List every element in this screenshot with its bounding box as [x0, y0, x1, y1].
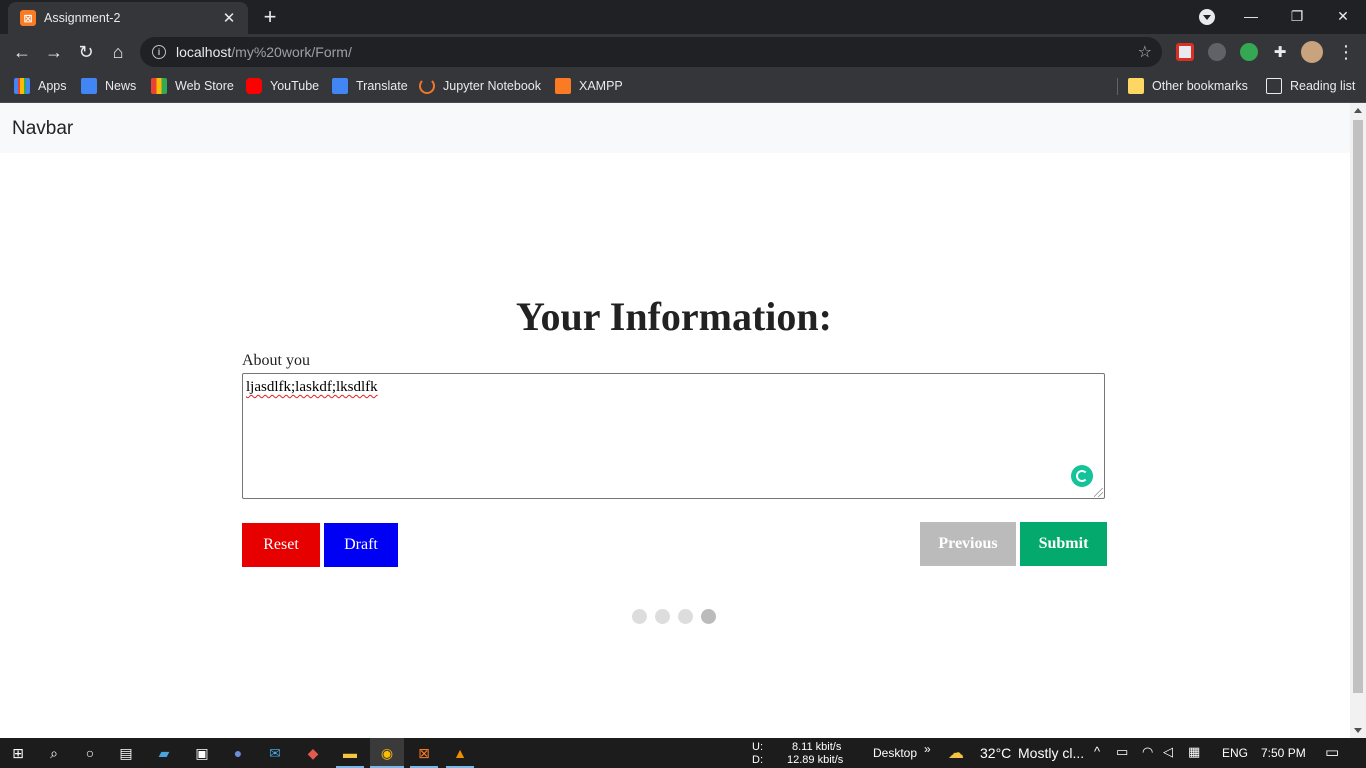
step-indicator [632, 609, 716, 624]
back-icon[interactable]: ← [8, 38, 36, 66]
desktop-toolbar[interactable]: Desktop [873, 746, 917, 760]
net-down-label: D: [752, 754, 763, 766]
web-store-icon [151, 78, 167, 94]
profile-avatar[interactable] [1301, 41, 1323, 63]
page-viewport: Navbar Your Information: About you ljasd… [0, 103, 1366, 738]
folder-icon [1128, 78, 1144, 94]
step-dot-active [701, 609, 716, 624]
xampp-icon [555, 78, 571, 94]
new-tab-button[interactable]: + [258, 6, 282, 30]
bookmark-news[interactable]: News [81, 76, 136, 96]
chrome-icon[interactable]: ◉ [377, 743, 397, 763]
cortana-icon[interactable]: ○ [80, 743, 100, 763]
close-tab-icon[interactable]: ✕ [220, 9, 238, 27]
draft-button[interactable]: Draft [324, 523, 398, 567]
mail-icon[interactable]: ✉ [265, 743, 285, 763]
bookmark-web-store[interactable]: Web Store [151, 76, 234, 96]
tab-title: Assignment-2 [44, 11, 121, 25]
bookmark-xampp[interactable]: XAMPP [555, 76, 623, 96]
xampp-icon: ⊠ [20, 10, 36, 26]
xampp-icon[interactable]: ⊠ [414, 743, 434, 763]
scrollbar-thumb[interactable] [1353, 120, 1363, 693]
about-you-label: About you [242, 352, 310, 369]
browser-toolbar: ← → ↻ ⌂ i localhost/my%20work/Form/ ☆ ✚ … [0, 34, 1366, 70]
windows-start-icon[interactable]: ⊞ [8, 743, 28, 763]
scroll-up-arrow-icon[interactable] [1354, 108, 1362, 113]
step-dot [655, 609, 670, 624]
resize-handle[interactable] [1094, 488, 1103, 497]
extension-icon[interactable] [1240, 43, 1258, 61]
notifications-icon[interactable]: ▭ [1325, 743, 1339, 761]
windows-taskbar: ⊞ ⌕ ○ ▤ ▰ ▣ ● ✉ ◆ ▬ ◉ ⊠ ▲ U: D: 8.11 kbi… [0, 738, 1366, 768]
navbar: Navbar [0, 103, 1350, 153]
restore-icon[interactable]: ❐ [1274, 0, 1320, 32]
bookmark-apps[interactable]: Apps [14, 76, 67, 96]
bookmark-star-icon[interactable]: ☆ [1138, 42, 1152, 62]
chevron-right-icon[interactable]: » [924, 742, 931, 756]
translate-icon [332, 78, 348, 94]
bookmarks-bar: Apps News Web Store YouTube Translate Ju… [0, 70, 1366, 103]
store-icon[interactable]: ▣ [192, 743, 212, 763]
site-info-icon[interactable]: i [152, 45, 166, 59]
bookmark-translate[interactable]: Translate [332, 76, 408, 96]
minimize-icon[interactable]: — [1228, 0, 1274, 32]
battery-icon[interactable]: ▭ [1116, 744, 1128, 760]
url-host: localhost [176, 44, 232, 60]
home-icon[interactable]: ⌂ [104, 38, 132, 66]
other-bookmarks[interactable]: Other bookmarks [1128, 76, 1248, 96]
address-bar[interactable]: i localhost/my%20work/Form/ ☆ [140, 37, 1162, 67]
browser-tab-strip: ⊠ Assignment-2 ✕ + — ❐ ✕ [0, 0, 1366, 34]
weather-temp[interactable]: 32°C [980, 745, 1011, 761]
reload-icon[interactable]: ↻ [72, 38, 100, 66]
net-up-label: U: [752, 741, 763, 753]
weather-text[interactable]: Mostly cl... [1018, 745, 1084, 761]
previous-button[interactable]: Previous [920, 522, 1016, 566]
browser-tab[interactable]: ⊠ Assignment-2 ✕ [8, 2, 248, 34]
menu-kebab-icon[interactable]: ⋮ [1332, 38, 1360, 66]
jupyter-icon [419, 78, 435, 94]
net-down-speed: 12.89 kbit/s [787, 754, 844, 766]
bookmark-youtube[interactable]: YouTube [246, 76, 319, 96]
forward-icon[interactable]: → [40, 38, 68, 66]
textarea-value: ljasdlfk;laskdf;lksdlfk [246, 379, 378, 395]
file-explorer-icon[interactable]: ▬ [340, 743, 360, 763]
keyboard-icon[interactable]: ▦ [1188, 744, 1200, 760]
youtube-icon [246, 78, 262, 94]
extension-icon[interactable] [1176, 43, 1194, 61]
step-dot [632, 609, 647, 624]
reading-list-icon [1266, 78, 1282, 94]
about-you-textarea[interactable]: ljasdlfk;laskdf;lksdlfk [242, 373, 1105, 499]
app-icon[interactable]: ● [228, 743, 248, 763]
reset-button[interactable]: Reset [242, 523, 320, 567]
wifi-icon[interactable]: ◠ [1142, 744, 1153, 760]
bookmark-jupyter[interactable]: Jupyter Notebook [419, 76, 541, 96]
google-news-icon [81, 78, 97, 94]
chevron-up-icon[interactable]: ^ [1094, 744, 1100, 759]
task-view-icon[interactable]: ▤ [116, 743, 136, 763]
form-title: Your Information: [516, 294, 832, 339]
navbar-brand[interactable]: Navbar [12, 118, 73, 140]
url-path: /my%20work/Form/ [231, 44, 352, 60]
tab-search-icon[interactable] [1199, 9, 1215, 25]
app-icon[interactable]: ◆ [303, 743, 323, 763]
extensions-puzzle-icon[interactable]: ✚ [1266, 38, 1294, 66]
net-up-speed: 8.11 kbit/s [792, 741, 842, 753]
vlc-icon[interactable]: ▲ [450, 743, 470, 763]
close-window-icon[interactable]: ✕ [1320, 0, 1366, 32]
vertical-scrollbar[interactable] [1350, 103, 1366, 738]
step-dot [678, 609, 693, 624]
language-indicator[interactable]: ENG [1222, 746, 1248, 760]
apps-grid-icon [14, 78, 30, 94]
scroll-down-arrow-icon[interactable] [1354, 728, 1362, 733]
grammarly-icon[interactable] [1071, 465, 1093, 487]
volume-icon[interactable]: ◁ [1163, 744, 1173, 760]
submit-button[interactable]: Submit [1020, 522, 1107, 566]
reading-list[interactable]: Reading list [1266, 76, 1355, 96]
extension-icon[interactable] [1208, 43, 1226, 61]
weather-icon[interactable]: ☁ [948, 743, 964, 763]
clock[interactable]: 7:50 PM [1261, 746, 1306, 760]
bookmarks-separator [1117, 78, 1118, 95]
search-icon[interactable]: ⌕ [44, 743, 64, 763]
app-icon[interactable]: ▰ [154, 743, 174, 763]
